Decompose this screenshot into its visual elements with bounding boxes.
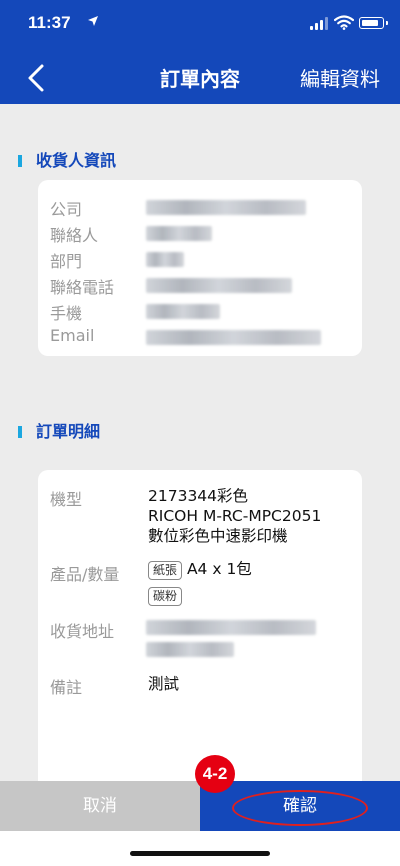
top-bar: 11:37 訂單內容 編輯資料 [0,0,400,104]
wifi-icon [333,15,355,30]
edit-info-button[interactable]: 編輯資料 [300,63,380,92]
battery-icon [359,17,388,29]
address-line-1-redacted [146,620,316,635]
home-indicator-area [0,831,400,866]
paper-value: A4 x 1包 [186,560,252,578]
product-quantity-label: 產品/數量 [50,565,120,584]
note-value: 測試 [148,675,180,693]
model-line-2: RICOH M-RC-MPC2051 [148,507,322,525]
footer-actions: 取消 確認 [0,781,400,831]
address-label: 收貨地址 [50,622,115,641]
recipient-card: 公司 聯絡人 部門 聯絡電話 手機 Email [38,180,362,356]
department-label: 部門 [50,252,83,271]
status-bar: 11:37 [0,0,400,48]
mobile-value-redacted [146,304,220,319]
toner-line: 碳粉 [148,585,183,606]
annotation-highlight-oval [232,790,368,826]
company-value-redacted [146,200,306,215]
toner-tag: 碳粉 [148,587,183,606]
phone-value-redacted [146,278,292,293]
paper-tag: 紙張 [148,561,183,580]
address-line-2-redacted [146,642,234,657]
company-label: 公司 [50,200,83,219]
step-annotation-badge: 4-2 [195,755,235,793]
department-value-redacted [146,252,184,267]
email-label: Email [50,326,95,345]
contact-label: 聯絡人 [50,226,99,245]
contact-value-redacted [146,226,212,241]
order-card: 機型 2173344彩色 RICOH M-RC-MPC2051 數位彩色中速影印… [38,470,362,800]
paper-line: 紙張 A4 x 1包 [148,559,252,580]
status-time: 11:37 [28,13,71,32]
section-marker [18,426,22,438]
note-label: 備註 [50,678,83,697]
model-value: 2173344彩色 RICOH M-RC-MPC2051 數位彩色中速影印機 [148,486,321,546]
email-value-redacted [146,330,321,345]
signal-icon [310,17,330,30]
order-section-title: 訂單明細 [18,418,100,442]
section-marker [18,155,22,167]
location-arrow-icon [87,15,99,31]
model-line-1: 2173344彩色 [148,487,249,505]
cancel-button[interactable]: 取消 [0,781,200,831]
recipient-section-title: 收貨人資訊 [18,147,116,171]
phone-label: 聯絡電話 [50,278,115,297]
mobile-label: 手機 [50,304,83,323]
model-line-3: 數位彩色中速影印機 [148,527,288,545]
model-label: 機型 [50,490,83,509]
home-indicator[interactable] [130,851,270,856]
